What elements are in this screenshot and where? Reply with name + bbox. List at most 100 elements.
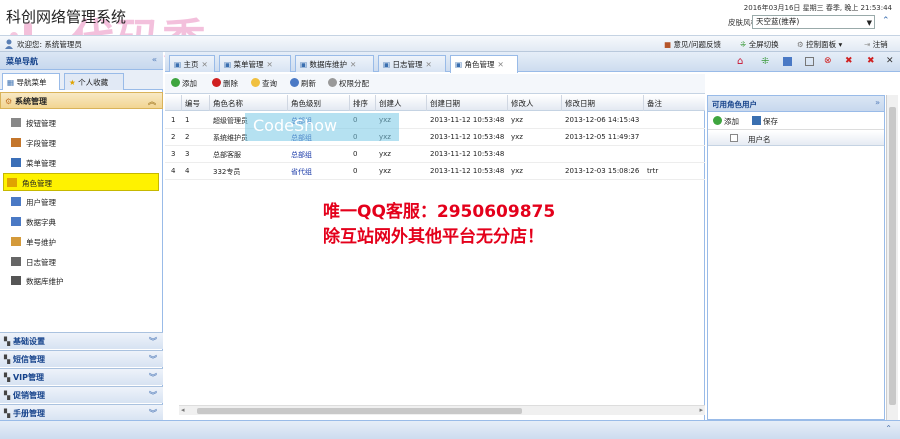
scrollbar-thumb[interactable] xyxy=(889,107,896,405)
log-icon xyxy=(11,256,21,266)
sidebar-item-7[interactable]: 单号维护 xyxy=(8,233,158,251)
window-icon[interactable] xyxy=(783,57,792,66)
tab-nav-menu[interactable]: ▦ 导航菜单 xyxy=(2,73,60,90)
chevron-down-icon: ︾ xyxy=(149,391,157,400)
grid-icon[interactable]: ⁜ xyxy=(761,56,769,67)
column-header[interactable]: 修改日期 xyxy=(565,98,595,109)
collapse-sidebar-icon[interactable]: « xyxy=(152,55,157,64)
column-divider xyxy=(287,95,288,111)
feedback-link[interactable]: ■ 意见/问题反馈 xyxy=(664,39,721,50)
fullscreen-toggle[interactable]: ⁜ 全屏切换 xyxy=(740,39,779,50)
restore-icon[interactable] xyxy=(805,57,814,66)
column-header[interactable]: 创建日期 xyxy=(430,98,460,109)
table-cell[interactable]: 总部组 xyxy=(291,150,312,160)
tab-3[interactable]: ▣ 数据库维护 ✕ xyxy=(295,55,374,72)
save-label: 保存 xyxy=(763,117,778,126)
close-tab-icon[interactable]: ✕ xyxy=(425,60,431,69)
sidebar-item-label: 用户管理 xyxy=(26,198,56,208)
close-all-icon[interactable]: ⊗ xyxy=(824,56,832,66)
sidebar-item-5[interactable]: 用户管理 xyxy=(8,193,158,211)
close-tab-icon[interactable]: ✕ xyxy=(350,60,356,69)
role-grid: 编号 角色名称 角色级别 排序创建人 创建日期 修改人 修改日期 备注 1 1 超级管理员总部组 0… xyxy=(165,95,705,420)
sidebar-item-1[interactable]: 按钮管理 xyxy=(8,114,158,132)
tab-favorites[interactable]: ★ 个人收藏 xyxy=(64,73,124,90)
tab-label: 数据库维护 xyxy=(309,60,347,69)
permission-button[interactable]: 权限分配 xyxy=(328,78,369,89)
sidebar-item-3[interactable]: 菜单管理 xyxy=(8,154,158,172)
menu-icon: ▦ xyxy=(7,78,15,87)
add-button[interactable]: 添加 xyxy=(171,78,197,89)
row-index: 4 xyxy=(171,167,176,175)
table-cell: yxz xyxy=(511,116,523,124)
select-all-checkbox[interactable] xyxy=(730,134,738,142)
logout-link[interactable]: ⇥ 注销 xyxy=(864,39,888,50)
sidebar-item-9[interactable]: 数据库维护 xyxy=(8,272,158,290)
save-icon xyxy=(752,116,761,125)
close-tab-icon[interactable]: ✕ xyxy=(497,60,503,69)
section-collapsed-3[interactable]: ▚ VIP管理 ︾ xyxy=(0,368,163,385)
refresh-button[interactable]: 刷新 xyxy=(290,78,316,89)
table-cell: yxz xyxy=(379,150,391,158)
table-cell: 3 xyxy=(185,150,190,158)
column-header[interactable]: 角色级别 xyxy=(291,98,321,109)
collapse-panel-icon[interactable]: » xyxy=(875,98,880,107)
chevron-down-icon: ▼ xyxy=(866,19,872,27)
add-user-button[interactable]: 添加 xyxy=(713,116,739,127)
feedback-icon: ■ xyxy=(664,40,672,49)
close-icon[interactable]: ✖ xyxy=(845,56,853,66)
skin-select[interactable]: 天空蓝(推荐) ▼ xyxy=(752,15,875,29)
close-others-icon[interactable]: ✖ xyxy=(867,56,875,66)
collapse-footer-icon[interactable]: ⌃ xyxy=(885,424,892,433)
sms-icon: ▚ xyxy=(4,355,11,364)
vertical-scrollbar[interactable] xyxy=(886,95,898,420)
table-row[interactable]: 4 4 332专员 省代组 0 yxz 2013-11-12 10:53:48 yxz 2013… xyxy=(165,163,705,180)
section-collapsed-1[interactable]: ▚ 基础设置 ︾ xyxy=(0,332,163,349)
table-cell: 2013-12-05 11:49:37 xyxy=(565,133,640,141)
save-button[interactable]: 保存 xyxy=(752,116,778,127)
column-divider xyxy=(561,95,562,111)
control-panel-menu[interactable]: ⚙ 控制面板 ▾ xyxy=(797,39,842,50)
close-tab-icon[interactable]: ✕ xyxy=(266,60,272,69)
welcome-bar: 欢迎您: 系统管理员 ■ 意见/问题反馈 ⁜ 全屏切换 ⚙ 控制面板 ▾ ⇥ 注… xyxy=(0,35,900,52)
sidebar-item-4[interactable]: 角色管理 xyxy=(3,173,159,192)
section-collapsed-2[interactable]: ▚ 短信管理 ︾ xyxy=(0,350,163,367)
close-window-icon[interactable]: ✕ xyxy=(886,56,894,66)
column-header[interactable]: 排序 xyxy=(353,98,368,109)
column-header[interactable]: 修改人 xyxy=(511,98,534,109)
table-cell[interactable]: 省代组 xyxy=(291,167,312,177)
tab-label: 角色管理 xyxy=(464,60,495,69)
horizontal-scrollbar[interactable]: ◂ ▸ xyxy=(179,405,705,415)
section-system-management[interactable]: ⚙ 系统管理 ︽ xyxy=(0,92,163,109)
table-cell: 332专员 xyxy=(213,168,241,176)
sidebar-item-label: 按钮管理 xyxy=(26,119,56,128)
section-collapsed-5[interactable]: ▚ 手册管理 ︾ xyxy=(0,404,163,421)
delete-button[interactable]: 删除 xyxy=(212,78,238,89)
sidebar-item-8[interactable]: 日志管理 xyxy=(8,253,158,271)
star-icon: ★ xyxy=(69,78,76,87)
tab-2[interactable]: ▣ 菜单管理 ✕ xyxy=(219,55,291,72)
column-divider xyxy=(209,95,210,111)
sidebar-tabs: ▦ 导航菜单 ★ 个人收藏 xyxy=(0,70,163,90)
tab-1[interactable]: ▣ 主页 ✕ xyxy=(169,55,215,72)
role-users-grid-header: 用户名 xyxy=(708,131,884,146)
scrollbar-thumb[interactable] xyxy=(197,408,522,414)
tab-5[interactable]: ▣ 角色管理 ✕ xyxy=(450,55,518,73)
scroll-left-icon[interactable]: ◂ xyxy=(181,406,185,414)
column-header[interactable]: 创建人 xyxy=(379,98,402,109)
close-tab-icon[interactable]: ✕ xyxy=(201,60,207,69)
section-collapsed-4[interactable]: ▚ 促销管理 ︾ xyxy=(0,386,163,403)
scroll-right-icon[interactable]: ▸ xyxy=(699,406,703,414)
search-button[interactable]: 查询 xyxy=(251,78,277,89)
sidebar-item-2[interactable]: 字段管理 xyxy=(8,134,158,152)
refresh-icon xyxy=(290,78,299,87)
vip-icon: ▚ xyxy=(4,373,11,382)
column-header[interactable]: 备注 xyxy=(647,98,662,109)
column-header[interactable]: 编号 xyxy=(185,98,200,109)
tab-4[interactable]: ▣ 日志管理 ✕ xyxy=(378,55,446,72)
column-header[interactable]: 角色名称 xyxy=(213,98,243,109)
table-row[interactable]: 3 3 总部客服 总部组 0 yxz 2013-11-12 10:53:48 xyxy=(165,146,705,163)
home-icon[interactable]: ⌂ xyxy=(737,56,743,67)
sidebar-title: 菜单导航 xyxy=(6,57,38,66)
sidebar-item-6[interactable]: 数据字典 xyxy=(8,213,158,231)
collapse-header-icon[interactable]: ⌃ xyxy=(882,16,890,26)
